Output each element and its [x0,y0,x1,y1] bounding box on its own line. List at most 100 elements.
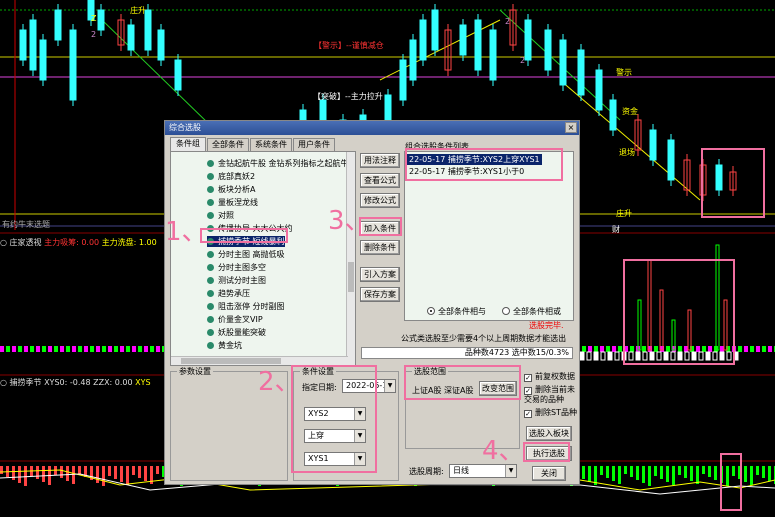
checkbox-exclude[interactable]: ✓ 删除当前未交易的品种 [524,385,576,405]
formula-icon [207,342,214,349]
histogram-bar [156,466,159,474]
tree-item[interactable]: 趋势承压 [207,288,250,299]
to-block-button[interactable]: 选股入板块 [526,426,572,441]
histogram-bar [120,466,123,482]
histogram-bar [684,466,687,478]
chevron-down-icon[interactable]: ▼ [354,408,365,420]
tree-item[interactable]: 金钻起航牛股 金钻系列指标之起航牛 [207,158,349,169]
indicator-bar [588,346,592,352]
radio-and[interactable]: 全部条件相与 [427,306,486,317]
usage-note-button[interactable]: 用法注释 [360,153,400,168]
change-range-button[interactable]: 改变范围 [479,381,517,396]
formula-icon [207,173,214,180]
formula-icon [207,225,214,232]
checkbox-restore[interactable]: ✓ 前复权数据 [524,372,575,382]
indicator-bar [594,346,598,352]
view-formula-button[interactable]: 查看公式 [360,173,400,188]
indicator-bar [84,346,88,352]
histogram-bar [144,466,147,481]
histogram-bar [660,466,663,479]
indicator-bar [102,346,106,352]
tree-item-label: 阻击涨停 分时副图 [218,302,285,311]
histogram-bar [678,466,681,475]
tree-item[interactable]: 分时主图多空 [207,262,266,273]
pane3-name: 捕捞季节 [9,378,42,387]
condition-tree[interactable]: 金钻起航牛股 金钻系列指标之起航牛 底部真妖2 板块分析A 量板涅龙线对照传播协导 大… [170,151,356,366]
histogram-bar [108,466,111,476]
candle [97,9,105,31]
histogram-bar [702,466,705,474]
chevron-down-icon[interactable]: ▼ [384,380,395,392]
histogram-bar [42,466,45,482]
tree-item[interactable]: 对照 [207,210,234,221]
tree-item[interactable]: 量板涅龙线 [207,197,258,208]
histogram-bar [582,466,585,479]
select-line-b[interactable]: XYS1 ▼ [304,452,366,466]
select-operator[interactable]: 上穿 ▼ [304,429,366,443]
select-line-a[interactable]: XYS2 ▼ [304,407,366,421]
condition-list[interactable]: 22-05-17 捕捞季节:XYS2上穿XYS1 22-05-17 捕捞季节:X… [404,151,574,321]
tree-item[interactable]: 捕捞季节 短线暴利 [207,236,285,247]
chart-count-left: 2 [91,30,97,39]
cond-title: 条件设置 [300,366,336,377]
period-label: 选股周期: [409,467,444,476]
close-button[interactable]: 关闭 [532,466,566,481]
tree-item[interactable]: 传播协导 大大公大约 [207,223,293,234]
pane2-circle[interactable]: ○ [0,238,7,247]
delete-condition-button[interactable]: 删除条件 [360,240,400,255]
candle [609,99,617,131]
tree-item[interactable]: 阻击涨停 分时副图 [207,301,285,312]
close-icon[interactable]: × [565,122,577,133]
tree-item[interactable]: 分时主图 高抛低吸 [207,249,285,260]
tree-scrollbar[interactable] [346,152,355,365]
tree-item[interactable]: 价量金叉VIP [207,314,263,325]
tree-item[interactable]: 黄金坑 [207,340,242,351]
tree-item[interactable]: 测试分时主图 [207,275,266,286]
dialog-titlebar[interactable]: 综合选股 × [165,121,579,135]
indicator-bar [691,351,697,361]
tab-all-conditions[interactable]: 全部条件 [207,138,249,151]
tree-item[interactable]: 妖股量能突破 [207,327,266,338]
chart-label-zhuang: 庄升 [616,209,632,218]
candle [431,9,439,51]
candle [144,9,152,51]
histogram-bar [726,466,729,486]
radio-or[interactable]: 全部条件相或 [502,306,561,317]
histogram-bar [738,466,741,479]
candle [419,19,427,61]
tab-condition-group[interactable]: 条件组 [170,137,206,151]
check-icon: ✓ [524,374,532,382]
indicator-bar [656,351,662,361]
pane3-circle[interactable]: ○ [0,378,7,387]
tree-item[interactable]: 底部真妖2 [207,171,255,182]
histogram-bar [648,466,651,486]
range-title: 选股范围 [412,366,448,377]
tab-user-conditions[interactable]: 用户条件 [293,138,335,151]
histogram-bar [750,466,753,485]
progress-bar: 品种数4723 选中数15/0.3% [361,347,573,359]
indicator-bar [600,346,604,352]
chevron-down-icon[interactable]: ▼ [354,453,365,465]
indicator-bar [593,351,599,361]
indicator-bar [670,351,676,361]
histogram-bar [18,466,21,483]
candle [157,29,165,61]
save-scheme-button[interactable]: 保存方案 [360,287,400,302]
select-operator-value: 上穿 [308,431,324,440]
range-value: 上证A股 深证A股 [412,386,474,395]
tree-item[interactable]: 板块分析A [207,184,255,195]
condition-item[interactable]: 22-05-17 捕捞季节:XYS1小于0 [407,166,526,177]
histogram-bar [666,466,669,482]
indicator-bar [78,346,82,352]
execute-button[interactable]: 执行选股 [526,446,572,461]
tab-system-conditions[interactable]: 系统条件 [250,138,292,151]
date-picker[interactable]: 2022-05-17 ▼ [342,379,396,393]
indicator-bar [666,346,670,352]
condition-item[interactable]: 22-05-17 捕捞季节:XYS2上穿XYS1 [407,154,542,165]
import-scheme-button[interactable]: 引入方案 [360,267,400,282]
formula-icon [207,290,214,297]
formula-icon [207,277,214,284]
checkbox-st[interactable]: ✓ 删除ST品种 [524,408,577,418]
chevron-down-icon[interactable]: ▼ [354,430,365,442]
indicator-bar [705,351,711,361]
